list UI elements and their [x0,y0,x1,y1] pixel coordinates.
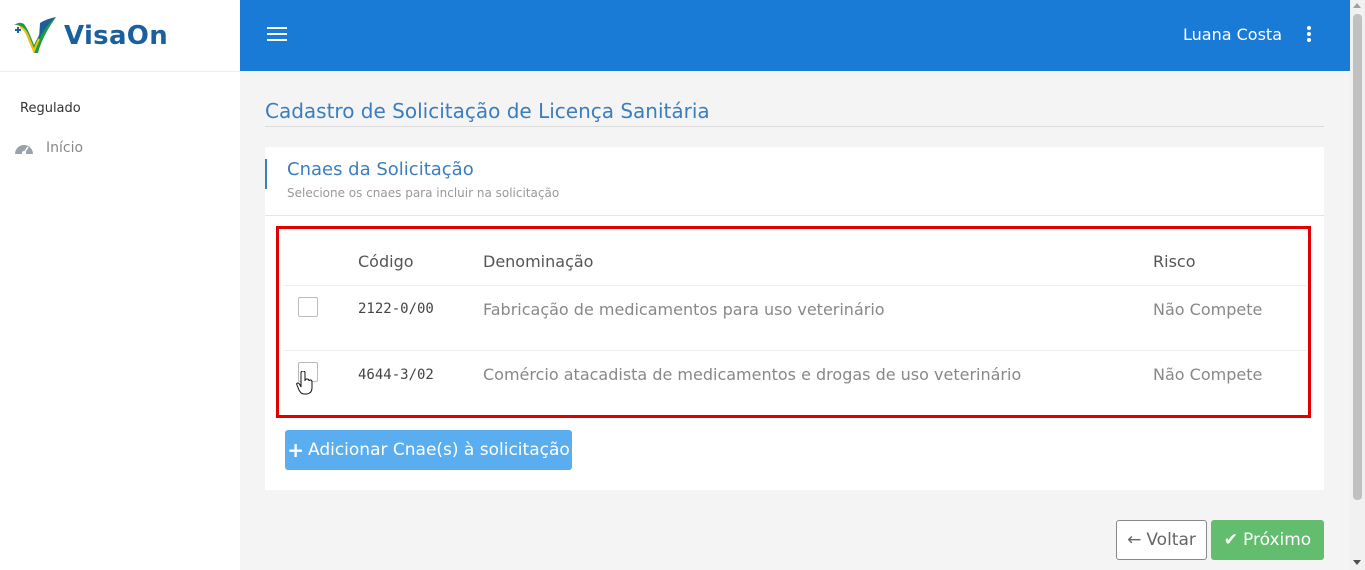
hamburger-icon[interactable] [267,27,287,43]
back-button-label: Voltar [1146,530,1196,550]
divider [265,126,1324,127]
visaon-logo-icon [14,16,56,54]
row-divider [284,350,1306,351]
sidebar-item-inicio[interactable]: Início [0,116,240,156]
sidebar-section-label: Regulado [20,101,81,116]
arrow-left-icon: ← [1127,530,1142,550]
sidebar: VisaOn Regulado Início [0,0,240,570]
scroll-thumb[interactable] [1353,14,1362,500]
divider [265,215,1324,216]
brand[interactable]: VisaOn [0,0,240,72]
cnae-code: 2122-0/00 [358,301,434,317]
kebab-icon[interactable] [1306,26,1312,44]
cnae-name: Comércio atacadista de medicamentos e dr… [483,365,1022,384]
cnae-name: Fabricação de medicamentos para uso vete… [483,300,885,319]
row-checkbox[interactable] [298,297,318,317]
cnae-risk: Não Compete [1153,365,1263,384]
hand-pointer-cursor-icon [296,371,313,395]
topbar: Luana Costa [240,0,1350,71]
card-subtitle: Selecione os cnaes para incluir na solic… [287,186,560,200]
page-title: Cadastro de Solicitação de Licença Sanit… [265,99,710,123]
user-name[interactable]: Luana Costa [1183,25,1282,44]
card-header: Cnaes da Solicitação Selecione os cnaes … [265,159,559,200]
card-title: Cnaes da Solicitação [287,159,474,180]
cnae-card: Cnaes da Solicitação Selecione os cnaes … [265,147,1324,490]
next-button[interactable]: ✔ Próximo [1211,520,1324,560]
column-header-code: Código [358,252,414,271]
cnae-risk: Não Compete [1153,300,1263,319]
sidebar-item-label: Início [46,140,84,156]
add-cnae-button[interactable]: + Adicionar Cnae(s) à solicitação [285,430,572,470]
brand-name: VisaOn [64,20,169,51]
check-icon: ✔ [1223,530,1239,550]
cnae-table: Código Denominação Risco 2122-0/00 Fabri… [276,226,1311,418]
column-header-name: Denominação [483,252,594,271]
dashboard-gauge-icon [15,145,33,155]
scroll-down-icon[interactable] [1353,560,1361,565]
scroll-up-icon[interactable] [1353,3,1361,8]
add-cnae-button-label: Adicionar Cnae(s) à solicitação [307,440,570,460]
cnae-code: 4644-3/02 [358,367,434,383]
row-divider [284,285,1306,286]
back-button[interactable]: ← Voltar [1116,520,1207,560]
column-header-risk: Risco [1153,252,1196,271]
next-button-label: Próximo [1243,530,1312,550]
scrollbar[interactable] [1350,0,1365,570]
plus-icon: + [287,438,304,462]
